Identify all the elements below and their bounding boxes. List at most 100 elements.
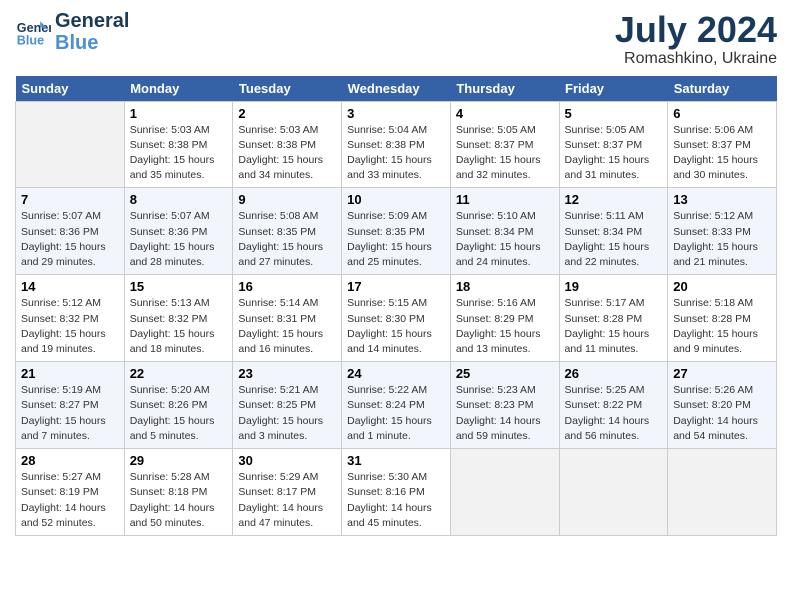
week-row-1: 1 Sunrise: 5:03 AM Sunset: 8:38 PM Daylig… <box>16 101 777 188</box>
day-number: 3 <box>347 106 445 121</box>
calendar-cell: 12 Sunrise: 5:11 AM Sunset: 8:34 PM Dayli… <box>559 188 668 275</box>
col-header-friday: Friday <box>559 76 668 102</box>
day-number: 22 <box>130 366 228 381</box>
day-number: 24 <box>347 366 445 381</box>
calendar-cell: 30 Sunrise: 5:29 AM Sunset: 8:17 PM Dayli… <box>233 449 342 536</box>
calendar-cell: 8Sunrise: 5:07 AM Sunset: 8:36 PM Daylig… <box>124 188 233 275</box>
week-row-4: 21Sunrise: 5:19 AM Sunset: 8:27 PM Dayli… <box>16 362 777 449</box>
day-number: 5 <box>565 106 663 121</box>
cell-info: Sunrise: 5:15 AM Sunset: 8:30 PM Dayligh… <box>347 296 445 357</box>
calendar-cell: 14 Sunrise: 5:12 AM Sunset: 8:32 PM Dayli… <box>16 275 125 362</box>
cell-info: Sunrise: 5:30 AM Sunset: 8:16 PM Dayligh… <box>347 470 445 531</box>
day-number: 29 <box>130 453 228 468</box>
cell-info: Sunrise: 5:03 AM Sunset: 8:38 PM Dayligh… <box>130 123 228 184</box>
location-subtitle: Romashkino, Ukraine <box>615 50 777 68</box>
week-row-5: 28Sunrise: 5:27 AM Sunset: 8:19 PM Dayli… <box>16 449 777 536</box>
calendar-cell: 15 Sunrise: 5:13 AM Sunset: 8:32 PM Dayli… <box>124 275 233 362</box>
calendar-cell <box>16 101 125 188</box>
title-block: July 2024 Romashkino, Ukraine <box>615 10 777 68</box>
calendar-cell: 6 Sunrise: 5:06 AM Sunset: 8:37 PM Daylig… <box>668 101 777 188</box>
cell-info: Sunrise: 5:21 AM Sunset: 8:25 PM Dayligh… <box>238 383 336 444</box>
col-header-saturday: Saturday <box>668 76 777 102</box>
day-number: 16 <box>238 279 336 294</box>
cell-info: Sunrise: 5:25 AM Sunset: 8:22 PM Dayligh… <box>565 383 663 444</box>
logo-icon: General Blue <box>15 14 51 50</box>
day-number: 28 <box>21 453 119 468</box>
day-number: 12 <box>565 192 663 207</box>
cell-info: Sunrise: 5:26 AM Sunset: 8:20 PM Dayligh… <box>673 383 771 444</box>
cell-info: Sunrise: 5:17 AM Sunset: 8:28 PM Dayligh… <box>565 296 663 357</box>
calendar-cell <box>559 449 668 536</box>
day-number: 14 <box>21 279 119 294</box>
cell-info: Sunrise: 5:12 AM Sunset: 8:32 PM Dayligh… <box>21 296 119 357</box>
cell-info: Sunrise: 5:09 AM Sunset: 8:35 PM Dayligh… <box>347 209 445 270</box>
day-number: 2 <box>238 106 336 121</box>
day-number: 11 <box>456 192 554 207</box>
cell-info: Sunrise: 5:03 AM Sunset: 8:38 PM Dayligh… <box>238 123 336 184</box>
calendar-cell: 17 Sunrise: 5:15 AM Sunset: 8:30 PM Dayli… <box>342 275 451 362</box>
calendar-cell: 22 Sunrise: 5:20 AM Sunset: 8:26 PM Dayli… <box>124 362 233 449</box>
day-number: 23 <box>238 366 336 381</box>
cell-info: Sunrise: 5:22 AM Sunset: 8:24 PM Dayligh… <box>347 383 445 444</box>
day-number: 17 <box>347 279 445 294</box>
logo-blue: Blue <box>55 32 129 54</box>
page-header: General Blue General Blue July 2024 Roma… <box>15 10 777 68</box>
day-number: 25 <box>456 366 554 381</box>
calendar-cell: 28Sunrise: 5:27 AM Sunset: 8:19 PM Dayli… <box>16 449 125 536</box>
day-number: 26 <box>565 366 663 381</box>
cell-info: Sunrise: 5:11 AM Sunset: 8:34 PM Dayligh… <box>565 209 663 270</box>
day-number: 21 <box>21 366 119 381</box>
week-row-2: 7 Sunrise: 5:07 AM Sunset: 8:36 PM Daylig… <box>16 188 777 275</box>
cell-info: Sunrise: 5:20 AM Sunset: 8:26 PM Dayligh… <box>130 383 228 444</box>
calendar-cell: 20 Sunrise: 5:18 AM Sunset: 8:28 PM Dayli… <box>668 275 777 362</box>
day-number: 30 <box>238 453 336 468</box>
calendar-cell: 3 Sunrise: 5:04 AM Sunset: 8:38 PM Daylig… <box>342 101 451 188</box>
day-number: 4 <box>456 106 554 121</box>
cell-info: Sunrise: 5:29 AM Sunset: 8:17 PM Dayligh… <box>238 470 336 531</box>
day-number: 6 <box>673 106 771 121</box>
cell-info: Sunrise: 5:07 AM Sunset: 8:36 PM Dayligh… <box>130 209 228 270</box>
cell-info: Sunrise: 5:13 AM Sunset: 8:32 PM Dayligh… <box>130 296 228 357</box>
day-number: 7 <box>21 192 119 207</box>
cell-info: Sunrise: 5:07 AM Sunset: 8:36 PM Dayligh… <box>21 209 119 270</box>
day-number: 13 <box>673 192 771 207</box>
calendar-cell: 24 Sunrise: 5:22 AM Sunset: 8:24 PM Dayli… <box>342 362 451 449</box>
month-year-title: July 2024 <box>615 10 777 50</box>
cell-info: Sunrise: 5:18 AM Sunset: 8:28 PM Dayligh… <box>673 296 771 357</box>
calendar-header-row: SundayMondayTuesdayWednesdayThursdayFrid… <box>16 76 777 102</box>
calendar-cell: 21Sunrise: 5:19 AM Sunset: 8:27 PM Dayli… <box>16 362 125 449</box>
cell-info: Sunrise: 5:16 AM Sunset: 8:29 PM Dayligh… <box>456 296 554 357</box>
day-number: 27 <box>673 366 771 381</box>
day-number: 20 <box>673 279 771 294</box>
cell-info: Sunrise: 5:06 AM Sunset: 8:37 PM Dayligh… <box>673 123 771 184</box>
calendar-cell: 27 Sunrise: 5:26 AM Sunset: 8:20 PM Dayli… <box>668 362 777 449</box>
calendar-cell: 16 Sunrise: 5:14 AM Sunset: 8:31 PM Dayli… <box>233 275 342 362</box>
calendar-cell <box>450 449 559 536</box>
calendar-cell: 11Sunrise: 5:10 AM Sunset: 8:34 PM Dayli… <box>450 188 559 275</box>
calendar-cell: 7 Sunrise: 5:07 AM Sunset: 8:36 PM Daylig… <box>16 188 125 275</box>
cell-info: Sunrise: 5:23 AM Sunset: 8:23 PM Dayligh… <box>456 383 554 444</box>
day-number: 31 <box>347 453 445 468</box>
calendar-cell: 18 Sunrise: 5:16 AM Sunset: 8:29 PM Dayli… <box>450 275 559 362</box>
cell-info: Sunrise: 5:14 AM Sunset: 8:31 PM Dayligh… <box>238 296 336 357</box>
calendar-cell: 31 Sunrise: 5:30 AM Sunset: 8:16 PM Dayli… <box>342 449 451 536</box>
day-number: 15 <box>130 279 228 294</box>
day-number: 18 <box>456 279 554 294</box>
calendar-table: SundayMondayTuesdayWednesdayThursdayFrid… <box>15 76 777 536</box>
calendar-cell: 2 Sunrise: 5:03 AM Sunset: 8:38 PM Daylig… <box>233 101 342 188</box>
calendar-cell: 26 Sunrise: 5:25 AM Sunset: 8:22 PM Dayli… <box>559 362 668 449</box>
day-number: 10 <box>347 192 445 207</box>
logo: General Blue General Blue <box>15 10 129 54</box>
calendar-cell: 9Sunrise: 5:08 AM Sunset: 8:35 PM Daylig… <box>233 188 342 275</box>
cell-info: Sunrise: 5:04 AM Sunset: 8:38 PM Dayligh… <box>347 123 445 184</box>
calendar-cell: 19Sunrise: 5:17 AM Sunset: 8:28 PM Dayli… <box>559 275 668 362</box>
calendar-cell: 13Sunrise: 5:12 AM Sunset: 8:33 PM Dayli… <box>668 188 777 275</box>
calendar-cell: 29 Sunrise: 5:28 AM Sunset: 8:18 PM Dayli… <box>124 449 233 536</box>
cell-info: Sunrise: 5:05 AM Sunset: 8:37 PM Dayligh… <box>456 123 554 184</box>
calendar-body: 1 Sunrise: 5:03 AM Sunset: 8:38 PM Daylig… <box>16 101 777 535</box>
col-header-wednesday: Wednesday <box>342 76 451 102</box>
day-number: 1 <box>130 106 228 121</box>
col-header-tuesday: Tuesday <box>233 76 342 102</box>
col-header-sunday: Sunday <box>16 76 125 102</box>
cell-info: Sunrise: 5:28 AM Sunset: 8:18 PM Dayligh… <box>130 470 228 531</box>
